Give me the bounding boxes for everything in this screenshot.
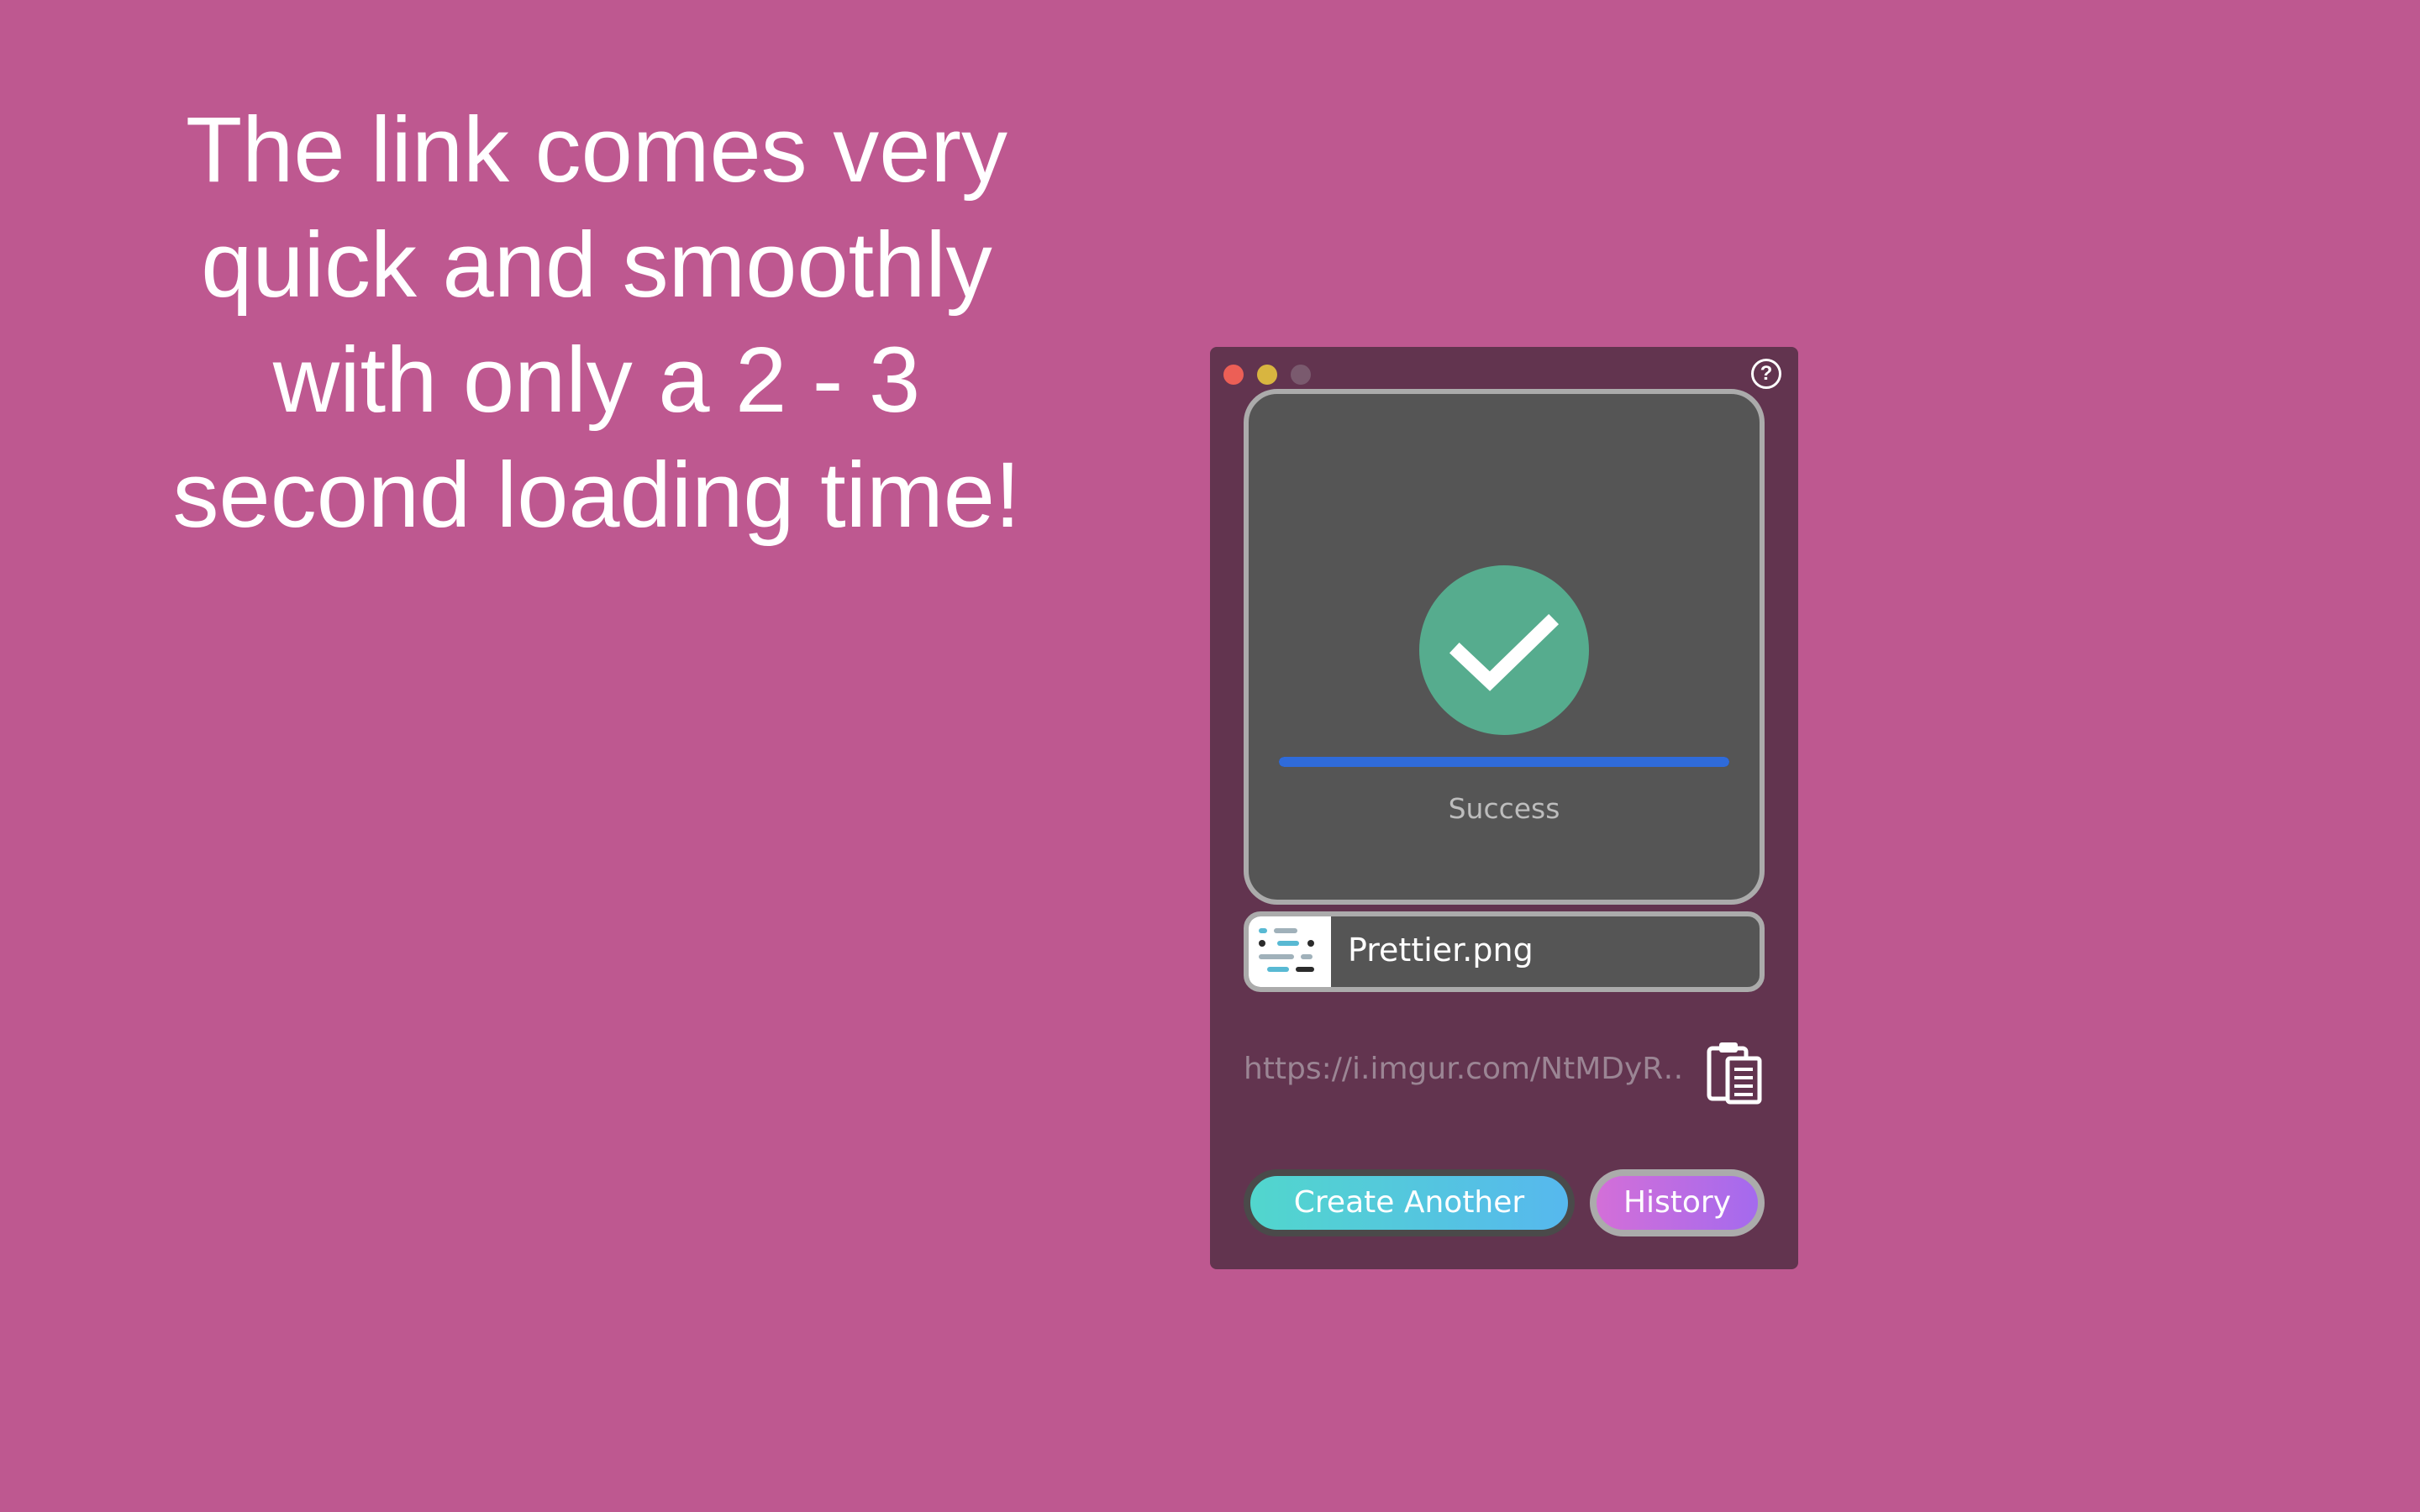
image-url-link[interactable]: https://i.imgur.com/NtMDyR… bbox=[1244, 1052, 1682, 1086]
zoom-window-button[interactable] bbox=[1291, 365, 1311, 385]
upload-progress-bar bbox=[1279, 757, 1729, 767]
create-another-button[interactable]: Create Another bbox=[1244, 1169, 1575, 1236]
minimize-window-button[interactable] bbox=[1257, 365, 1277, 385]
headline-line: The link comes very bbox=[185, 98, 1008, 202]
upload-progress-fill bbox=[1279, 757, 1729, 767]
clipboard-icon[interactable] bbox=[1704, 1040, 1765, 1107]
upload-drop-zone[interactable]: Success bbox=[1244, 389, 1765, 905]
close-window-button[interactable] bbox=[1223, 365, 1244, 385]
history-button[interactable]: History bbox=[1590, 1169, 1765, 1236]
headline-line: quick and smoothly bbox=[201, 213, 992, 317]
headline: The link comes very quick and smoothly w… bbox=[118, 92, 1076, 553]
help-icon[interactable]: ? bbox=[1751, 359, 1781, 389]
uploaded-file-item: Prettier.png bbox=[1244, 911, 1765, 992]
success-check-icon bbox=[1419, 565, 1589, 735]
upload-status-text: Success bbox=[1448, 792, 1560, 825]
file-name: Prettier.png bbox=[1348, 932, 1534, 969]
image-thumbnail-icon bbox=[1249, 916, 1331, 987]
headline-line: with only a 2 - 3 bbox=[272, 328, 921, 432]
headline-line: second loading time! bbox=[172, 444, 1021, 547]
